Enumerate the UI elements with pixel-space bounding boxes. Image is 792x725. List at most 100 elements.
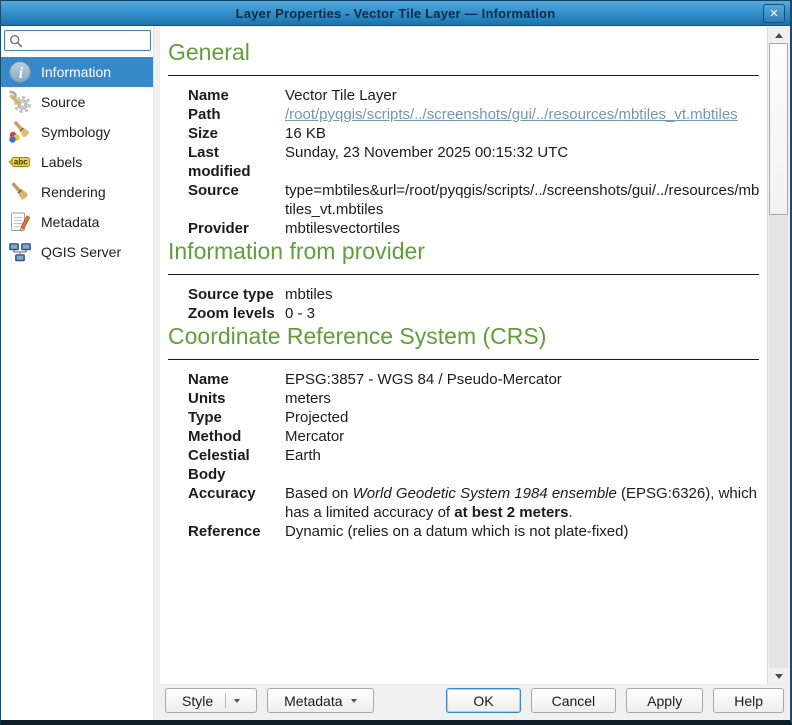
table-row: Source type mbtiles (188, 285, 761, 304)
path-link[interactable]: /root/pyqgis/scripts/../screenshots/gui/… (285, 106, 738, 123)
arrow-down-icon (775, 674, 783, 679)
abc-label-icon: abc (8, 150, 32, 174)
field-label: Units (188, 389, 285, 408)
sidebar-item-label: QGIS Server (41, 244, 121, 260)
field-label: Method (188, 427, 285, 446)
layer-properties-dialog: Layer Properties - Vector Tile Layer — I… (0, 0, 792, 725)
field-value: /root/pyqgis/scripts/../screenshots/gui/… (285, 105, 761, 124)
information-panel: General Name Vector Tile Layer Path /roo… (159, 26, 790, 685)
field-value: Mercator (285, 427, 761, 446)
table-row: Source type=mbtiles&url=/root/pyqgis/scr… (188, 181, 761, 219)
sidebar: i Information Source (1, 26, 154, 720)
server-network-icon (8, 240, 32, 264)
field-label: Size (188, 124, 285, 143)
table-row: Type Projected (188, 408, 761, 427)
sidebar-item-rendering[interactable]: Rendering (1, 177, 153, 207)
close-icon: ✕ (769, 7, 778, 20)
information-page: General Name Vector Tile Layer Path /roo… (160, 27, 767, 684)
scroll-up-button[interactable] (768, 27, 789, 43)
field-label: Reference (188, 522, 285, 541)
scroll-down-button[interactable] (768, 668, 789, 684)
button-bar: Style Metadata OK Cancel Apply Help (159, 685, 790, 720)
rendering-brush-icon (8, 180, 32, 204)
section-heading-crs: Coordinate Reference System (CRS) (168, 323, 759, 360)
sidebar-item-label: Symbology (41, 124, 110, 140)
field-value: Based on World Geodetic System 1984 ense… (285, 484, 761, 522)
field-label: Source type (188, 285, 285, 304)
sidebar-item-label: Rendering (41, 184, 106, 200)
table-row: Size 16 KB (188, 124, 761, 143)
field-label: Name (188, 86, 285, 105)
cancel-button[interactable]: Cancel (531, 688, 617, 713)
field-label: Name (188, 370, 285, 389)
sidebar-item-label: Source (41, 94, 85, 110)
field-label: Celestial Body (188, 446, 285, 484)
style-menu-button[interactable]: Style (165, 688, 257, 713)
sidebar-item-qgis-server[interactable]: QGIS Server (1, 237, 153, 267)
table-row: Path /root/pyqgis/scripts/../screenshots… (188, 105, 761, 124)
scrollbar-thumb[interactable] (769, 43, 788, 215)
field-label: Type (188, 408, 285, 427)
sidebar-item-symbology[interactable]: Symbology (1, 117, 153, 147)
information-icon: i (8, 60, 32, 84)
field-label: Provider (188, 219, 285, 238)
table-row: Name Vector Tile Layer (188, 86, 761, 105)
field-value: type=mbtiles&url=/root/pyqgis/scripts/..… (285, 181, 761, 219)
metadata-document-icon (8, 210, 32, 234)
field-value: Dynamic (relies on a datum which is not … (285, 522, 761, 541)
sidebar-item-labels[interactable]: abc Labels (1, 147, 153, 177)
sidebar-item-label: Metadata (41, 214, 99, 230)
apply-button[interactable]: Apply (626, 688, 703, 713)
table-row: Reference Dynamic (relies on a datum whi… (188, 522, 761, 541)
section-heading-provider-info: Information from provider (168, 238, 759, 275)
field-value: Sunday, 23 November 2025 00:15:32 UTC (285, 143, 761, 181)
field-value: 0 - 3 (285, 304, 761, 323)
arrow-up-icon (775, 33, 783, 38)
symbology-brush-icon (8, 120, 32, 144)
sidebar-item-information[interactable]: i Information (1, 57, 153, 87)
table-row: Last modified Sunday, 23 November 2025 0… (188, 143, 761, 181)
scrollbar-track[interactable] (769, 215, 788, 668)
table-row: Method Mercator (188, 427, 761, 446)
chevron-down-icon (234, 699, 240, 703)
field-value: mbtiles (285, 285, 761, 304)
field-label: Source (188, 181, 285, 219)
wrench-gear-icon (8, 90, 32, 114)
sidebar-item-label: Information (41, 64, 111, 80)
table-row: Zoom levels 0 - 3 (188, 304, 761, 323)
chevron-down-icon (351, 699, 357, 703)
vertical-scrollbar[interactable] (767, 27, 789, 684)
sidebar-item-label: Labels (41, 154, 82, 170)
field-label: Zoom levels (188, 304, 285, 323)
field-label: Accuracy (188, 484, 285, 522)
close-button[interactable]: ✕ (763, 4, 785, 23)
title-bar: Layer Properties - Vector Tile Layer — I… (1, 0, 790, 26)
field-label: Last modified (188, 143, 285, 181)
field-value: 16 KB (285, 124, 761, 143)
svg-text:i: i (19, 65, 24, 82)
table-row: Provider mbtilesvectortiles (188, 219, 761, 238)
section-heading-general: General (168, 39, 759, 76)
field-value: meters (285, 389, 761, 408)
table-row: Units meters (188, 389, 761, 408)
sidebar-item-source[interactable]: Source (1, 87, 153, 117)
provider-info-table: Source type mbtiles Zoom levels 0 - 3 (188, 285, 761, 323)
sidebar-item-metadata[interactable]: Metadata (1, 207, 153, 237)
ok-button[interactable]: OK (446, 688, 520, 713)
metadata-menu-button[interactable]: Metadata (267, 688, 373, 713)
field-label: Path (188, 105, 285, 124)
field-value: EPSG:3857 - WGS 84 / Pseudo-Mercator (285, 370, 761, 389)
field-value: mbtilesvectortiles (285, 219, 761, 238)
table-row: Accuracy Based on World Geodetic System … (188, 484, 761, 522)
crs-table: Name EPSG:3857 - WGS 84 / Pseudo-Mercato… (188, 370, 761, 541)
table-row: Celestial Body Earth (188, 446, 761, 484)
general-table: Name Vector Tile Layer Path /root/pyqgis… (188, 86, 761, 238)
search-input[interactable] (4, 30, 151, 51)
table-row: Name EPSG:3857 - WGS 84 / Pseudo-Mercato… (188, 370, 761, 389)
svg-text:abc: abc (14, 158, 28, 167)
help-button[interactable]: Help (713, 688, 784, 713)
search-icon (9, 34, 23, 53)
window-title: Layer Properties - Vector Tile Layer — I… (1, 6, 790, 21)
field-value: Earth (285, 446, 761, 484)
field-value: Vector Tile Layer (285, 86, 761, 105)
